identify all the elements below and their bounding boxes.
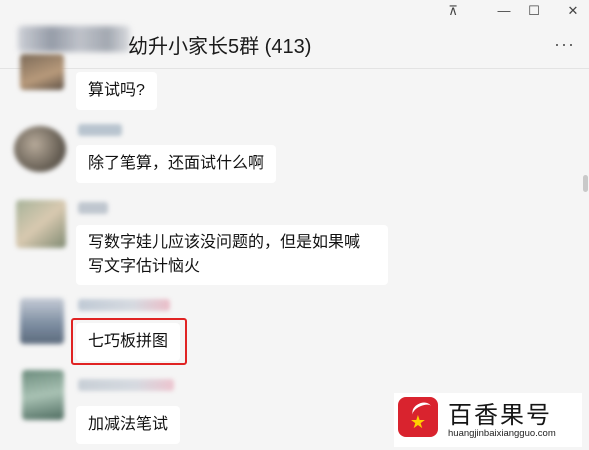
sender-nickname-blurred <box>78 202 108 214</box>
watermark-name: 百香果号 <box>448 402 552 429</box>
minimize-icon[interactable]: — <box>493 3 515 19</box>
sender-nickname-blurred <box>78 124 122 136</box>
message-bubble[interactable]: 算试吗? <box>76 72 157 110</box>
scrollbar-thumb[interactable] <box>583 175 588 192</box>
avatar[interactable] <box>20 298 64 344</box>
sender-nickname-blurred <box>78 299 170 311</box>
avatar[interactable] <box>22 370 64 420</box>
message-bubble[interactable]: 加减法笔试 <box>76 406 181 444</box>
watermark-logo-icon: ★ <box>398 397 438 437</box>
maximize-icon[interactable]: ☐ <box>523 3 545 19</box>
pin-icon[interactable]: ⊼ <box>442 3 464 19</box>
group-title[interactable]: 幼升小家长5群 (413) <box>128 30 311 59</box>
message-bubble[interactable]: 除了笔算，还面试什么啊 <box>76 145 277 183</box>
close-icon[interactable]: ✕ <box>562 3 584 19</box>
blurred-group-name <box>18 26 130 52</box>
chat-header: 幼升小家长5群 (413) ··· <box>0 22 589 69</box>
avatar[interactable] <box>20 54 64 90</box>
sender-nickname-blurred <box>78 379 174 391</box>
watermark: ★ 百香果号 huangjinbaixiangguo.com <box>394 393 582 447</box>
title-bar: ⊼ — ☐ ✕ <box>0 0 589 22</box>
highlight-box <box>71 318 187 365</box>
avatar[interactable] <box>14 126 66 172</box>
message-bubble[interactable]: 写数字娃儿应该没问题的，但是如果喊 写文字估计恼火 <box>76 225 388 285</box>
avatar[interactable] <box>16 200 66 248</box>
more-options-icon[interactable]: ··· <box>554 35 575 53</box>
watermark-url: huangjinbaixiangguo.com <box>448 428 556 439</box>
